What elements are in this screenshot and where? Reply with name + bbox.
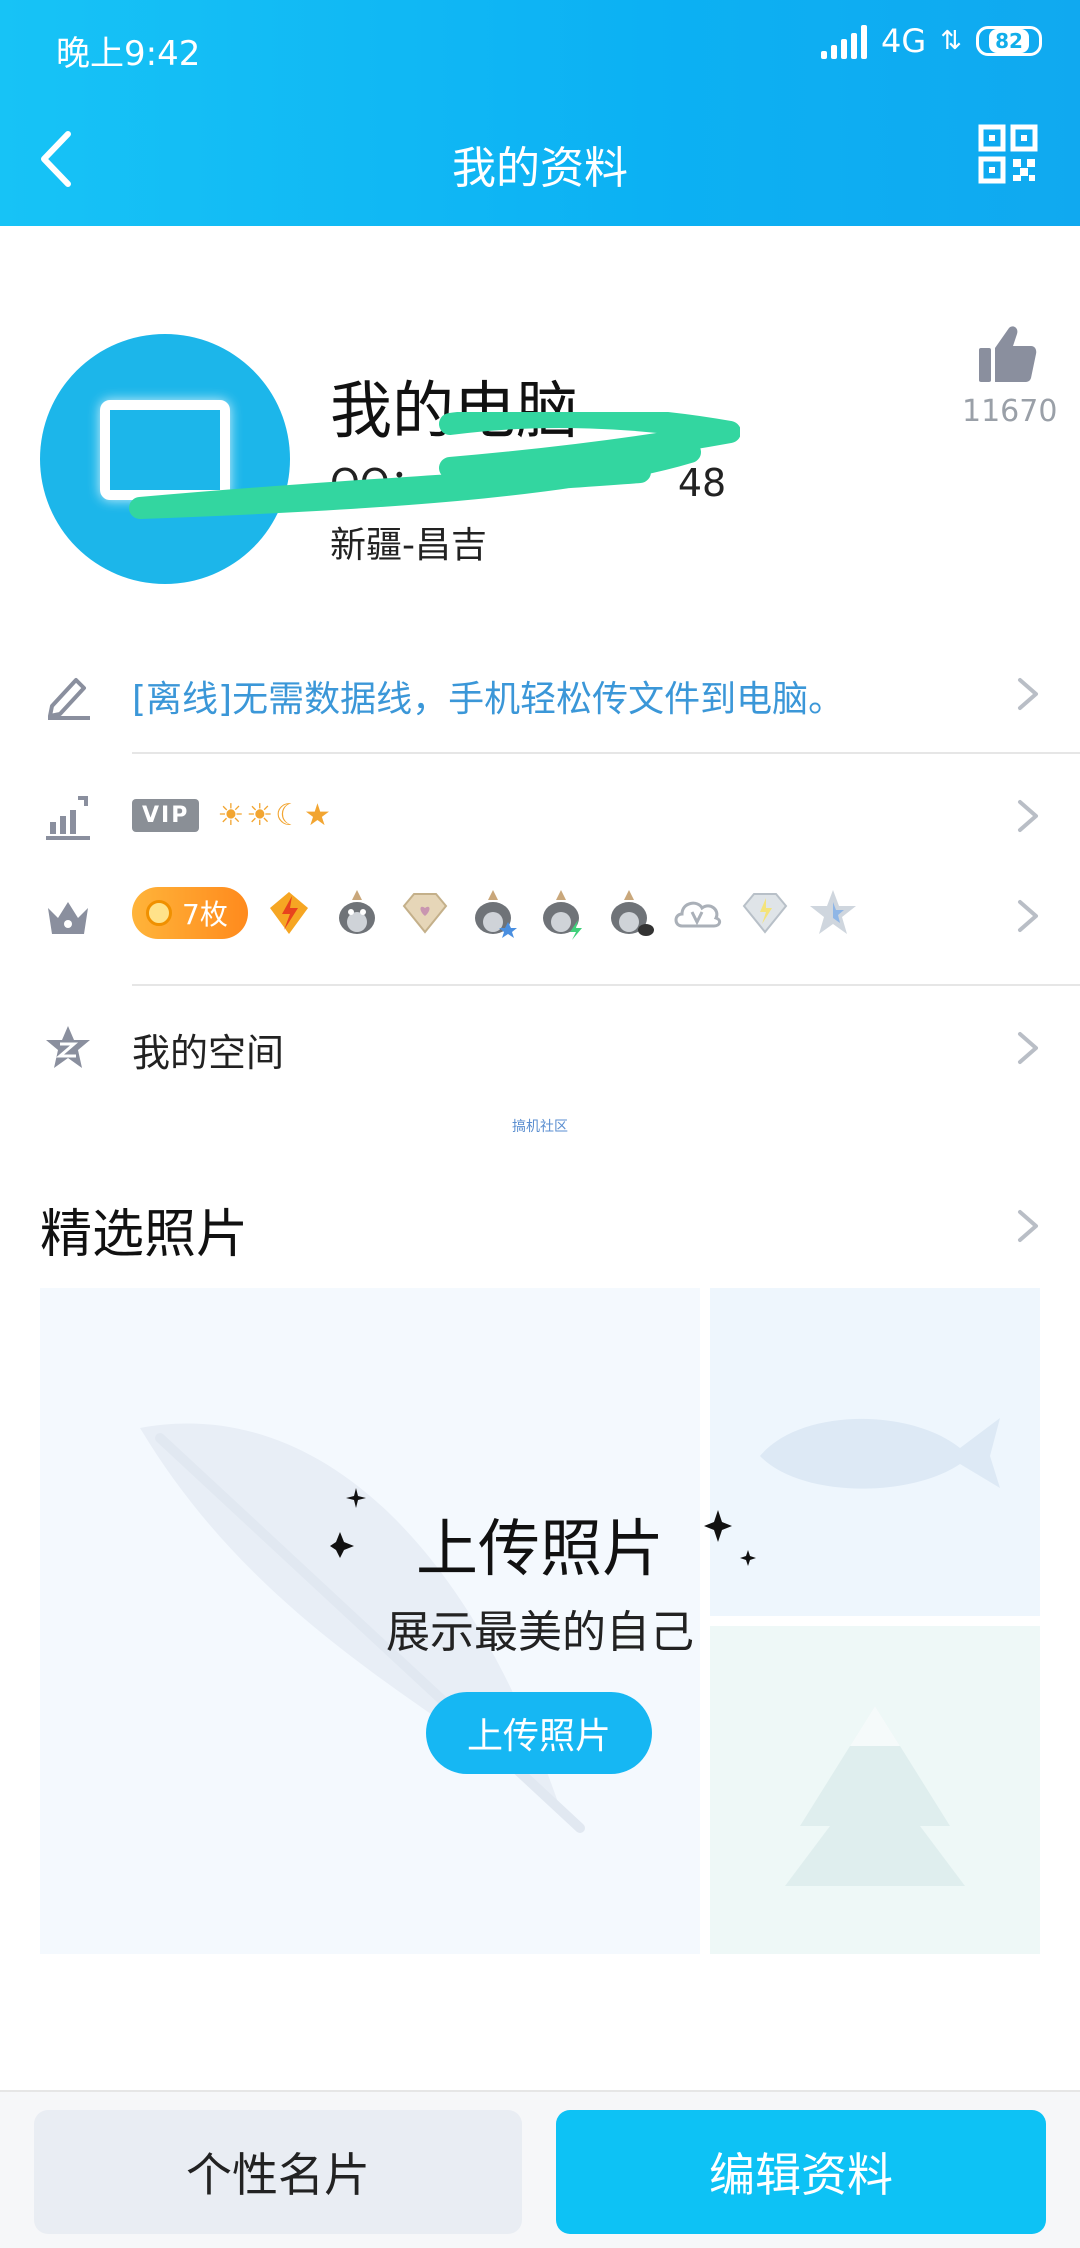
thumbs-up-icon [979,326,1037,382]
medals-row[interactable]: 7枚 [0,860,1080,970]
chevron-right-icon [1018,678,1038,710]
like-count: 11670 [962,394,1058,429]
bottom-bar: 个性名片 编辑资料 [0,2090,1080,2248]
upload-photo-button[interactable]: 上传照片 [426,1692,652,1774]
medal-count: 7枚 [182,898,228,931]
status-time: 晚上9:42 [56,34,201,74]
medal-list: 7枚 [132,886,860,940]
pencil-icon [48,678,90,720]
vip-info: VIP ☀☀☾★ [132,798,333,833]
lightning-medal-icon [269,892,308,934]
status-bar: 晚上9:42 4G ⇅ 82 [0,0,1080,90]
mountain-tree-icon [785,1706,965,1886]
coin-icon [146,900,172,926]
vip-badge: VIP [132,799,200,832]
photo-placeholder-bottom-right[interactable] [710,1626,1040,1954]
medal-count-badge: 7枚 [132,887,248,939]
my-space-row[interactable]: 我的空间 [0,992,1080,1102]
vip-level-row[interactable]: VIP ☀☀☾★ [0,760,1080,870]
chevron-right-icon[interactable] [1016,1208,1040,1244]
crown-icon [48,902,88,934]
like-button[interactable]: 11670 [962,322,1058,429]
photos-title: 精选照片 [40,1205,249,1265]
penguin-bird-medal-icon [610,890,654,936]
chevron-right-icon [1018,1032,1038,1064]
divider [132,984,1080,986]
status-right: 4G ⇅ 82 [821,22,1042,60]
network-type: 4G [881,22,927,60]
chevron-right-icon [1018,800,1038,832]
data-arrows-icon: ⇅ [940,26,962,56]
battery-level: 82 [989,29,1029,53]
level-chart-icon [46,796,90,840]
upload-subtitle: 展示最美的自己 [386,1607,694,1658]
chevron-right-icon [1018,900,1038,932]
battery-icon: 82 [976,26,1042,56]
watermark: 搞机社区 [512,1119,568,1135]
redaction-scribble [129,412,740,519]
penguin-star-medal-icon [474,890,517,938]
star-medal-icon [809,890,856,934]
profile-location: 新疆-昌吉 [330,525,487,566]
diamond-heart-medal-icon [402,893,448,934]
my-space-label: 我的空间 [132,1031,285,1075]
penguin-medal-icon [338,890,375,934]
diamond-bolt-medal-icon [742,893,788,934]
page-title: 我的资料 [452,143,628,194]
penguin-bolt-medal-icon [542,890,582,940]
qzone-star-icon [46,1026,90,1068]
signature-row[interactable]: [离线]无需数据线，手机轻松传文件到电脑。 [0,638,1080,748]
header: 晚上9:42 4G ⇅ 82 我的资料 [0,0,1080,226]
signal-icon [821,23,868,59]
level-icons: ☀☀☾★ [217,798,333,833]
edit-profile-button[interactable]: 编辑资料 [556,2110,1046,2234]
upload-heading: 上传照片 [415,1512,664,1585]
nav-bar: 我的资料 [0,110,1080,210]
cloud-v-medal-icon [674,901,721,928]
divider [132,752,1080,754]
qr-code-icon[interactable] [978,124,1038,184]
profile-card-button[interactable]: 个性名片 [34,2110,522,2234]
signature-text: [离线]无需数据线，手机轻松传文件到电脑。 [132,679,845,720]
